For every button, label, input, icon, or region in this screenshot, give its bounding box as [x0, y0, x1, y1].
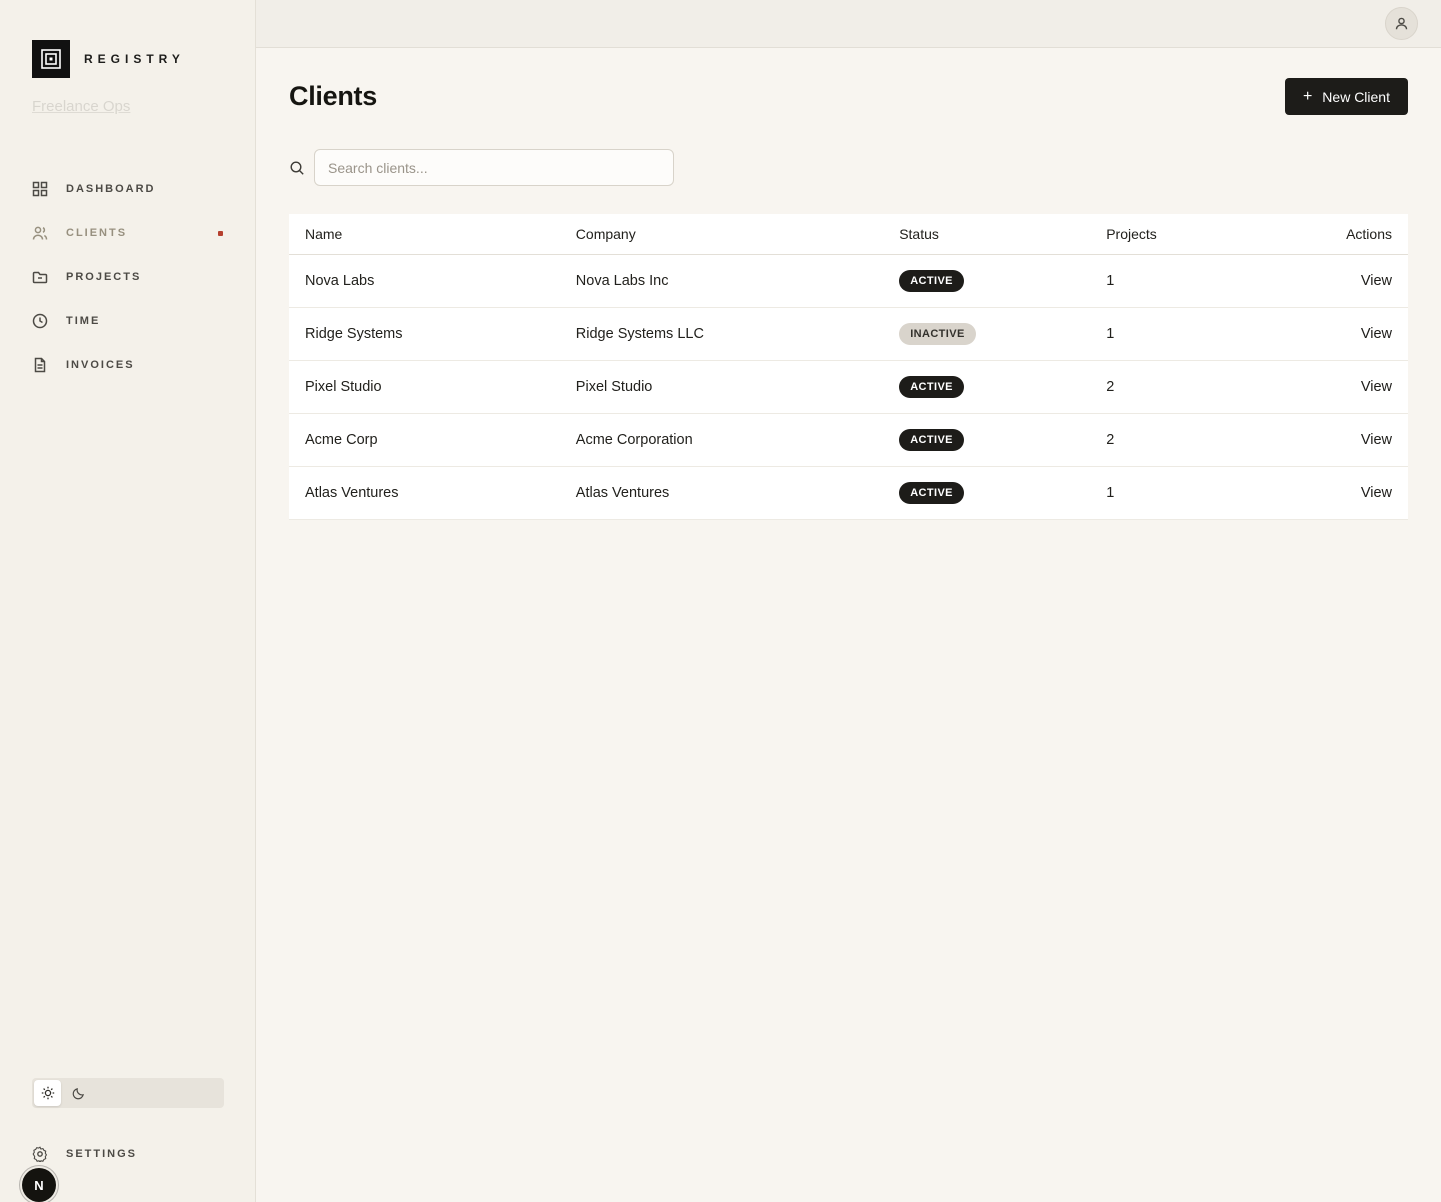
table-header-row: Name Company Status Projects Actions [289, 214, 1408, 255]
page-title: Clients [289, 81, 377, 112]
person-icon [1394, 16, 1409, 31]
column-header-actions: Actions [1290, 214, 1408, 255]
search-input[interactable] [314, 149, 674, 186]
view-link[interactable]: View [1361, 432, 1392, 448]
moon-icon [72, 1087, 85, 1100]
column-header-company: Company [560, 214, 883, 255]
sidebar-bottom: SETTINGS N [32, 1078, 223, 1202]
client-company: Pixel Studio [560, 361, 883, 414]
column-header-projects: Projects [1090, 214, 1290, 255]
client-projects: 1 [1090, 308, 1290, 361]
client-projects: 1 [1090, 467, 1290, 520]
heading-row: Clients + New Client [289, 78, 1408, 115]
table-row: Nova Labs Nova Labs Inc ACTIVE 1 View [289, 255, 1408, 308]
table-row: Atlas Ventures Atlas Ventures ACTIVE 1 V… [289, 467, 1408, 520]
profile-avatar-button[interactable] [1385, 7, 1418, 40]
table-row: Ridge Systems Ridge Systems LLC INACTIVE… [289, 308, 1408, 361]
sidebar-item-label: CLIENTS [66, 227, 127, 239]
view-link[interactable]: View [1361, 326, 1392, 342]
new-client-button[interactable]: + New Client [1285, 78, 1408, 115]
client-projects: 1 [1090, 255, 1290, 308]
sidebar-item-clients[interactable]: CLIENTS [32, 211, 223, 255]
plus-icon: + [1303, 89, 1312, 105]
client-name: Pixel Studio [289, 361, 560, 414]
view-link[interactable]: View [1361, 273, 1392, 289]
table-row: Acme Corp Acme Corporation ACTIVE 2 View [289, 414, 1408, 467]
brand-subtitle: Freelance Ops [32, 98, 223, 115]
projects-folder-icon [32, 269, 48, 285]
column-header-name: Name [289, 214, 560, 255]
sidebar: REGISTRY Freelance Ops DASHBOARD C [0, 0, 256, 1202]
sidebar-nav: DASHBOARD CLIENTS PROJECTS [32, 167, 223, 387]
client-name: Acme Corp [289, 414, 560, 467]
sidebar-item-label: PROJECTS [66, 271, 141, 283]
client-company: Nova Labs Inc [560, 255, 883, 308]
invoices-document-icon [32, 357, 48, 373]
registry-logo-icon [32, 40, 70, 78]
column-header-status: Status [883, 214, 1090, 255]
client-company: Acme Corporation [560, 414, 883, 467]
search-row [289, 149, 1408, 186]
sun-icon [41, 1086, 55, 1100]
clients-users-icon [32, 225, 48, 241]
status-badge: INACTIVE [899, 323, 976, 345]
status-badge: ACTIVE [899, 482, 964, 504]
view-link[interactable]: View [1361, 379, 1392, 395]
clients-table: Name Company Status Projects Actions Nov… [289, 214, 1408, 520]
view-link[interactable]: View [1361, 485, 1392, 501]
sidebar-item-settings[interactable]: SETTINGS [32, 1146, 223, 1162]
sidebar-item-projects[interactable]: PROJECTS [32, 255, 223, 299]
dark-theme-button[interactable] [65, 1080, 92, 1106]
client-name: Nova Labs [289, 255, 560, 308]
brand-name: REGISTRY [84, 52, 185, 66]
clients-table-body: Nova Labs Nova Labs Inc ACTIVE 1 View Ri… [289, 255, 1408, 520]
new-client-label: New Client [1322, 89, 1390, 105]
status-badge: ACTIVE [899, 429, 964, 451]
sidebar-item-invoices[interactable]: INVOICES [32, 343, 223, 387]
theme-toggle [32, 1078, 224, 1108]
table-row: Pixel Studio Pixel Studio ACTIVE 2 View [289, 361, 1408, 414]
sidebar-item-time[interactable]: TIME [32, 299, 223, 343]
dashboard-grid-icon [32, 181, 48, 197]
time-clock-icon [32, 313, 48, 329]
brand: REGISTRY [32, 40, 223, 78]
sidebar-item-label: DASHBOARD [66, 183, 156, 195]
status-badge: ACTIVE [899, 376, 964, 398]
light-theme-button[interactable] [34, 1080, 61, 1106]
sidebar-item-label: SETTINGS [66, 1148, 137, 1160]
client-company: Ridge Systems LLC [560, 308, 883, 361]
client-company: Atlas Ventures [560, 467, 883, 520]
status-badge: ACTIVE [899, 270, 964, 292]
main-area: Clients + New Client Name Company [256, 0, 1441, 1202]
gear-icon [32, 1146, 48, 1162]
clients-page: Clients + New Client Name Company [256, 48, 1441, 1202]
user-avatar[interactable]: N [22, 1168, 56, 1202]
sidebar-item-dashboard[interactable]: DASHBOARD [32, 167, 223, 211]
client-projects: 2 [1090, 414, 1290, 467]
sidebar-item-label: INVOICES [66, 359, 135, 371]
client-projects: 2 [1090, 361, 1290, 414]
sidebar-item-label: TIME [66, 315, 100, 327]
search-icon [289, 160, 305, 176]
active-indicator-dot [218, 231, 223, 236]
topbar [256, 0, 1441, 48]
client-name: Atlas Ventures [289, 467, 560, 520]
client-name: Ridge Systems [289, 308, 560, 361]
